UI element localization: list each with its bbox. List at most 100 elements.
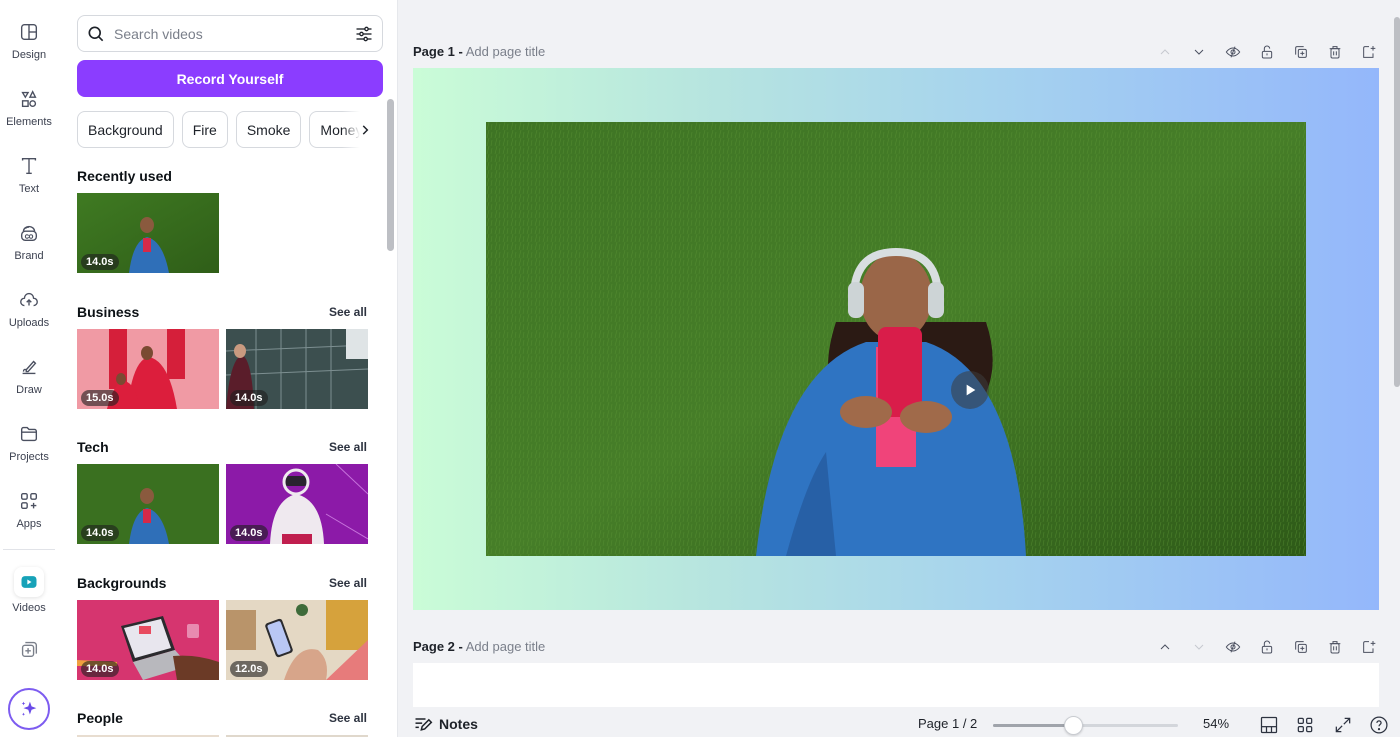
search-input[interactable] (114, 25, 354, 42)
rail-label: Design (11, 49, 47, 61)
page-indicator[interactable]: Page 1 / 2 (918, 716, 977, 731)
chevron-down-icon (1194, 49, 1204, 55)
rail-item-videos[interactable]: Videos (0, 567, 58, 614)
video-thumbnail[interactable]: 14.0s (77, 464, 219, 544)
sparkle-icon (21, 701, 37, 716)
section-title-business: Business (77, 304, 140, 320)
duration-badge: 14.0s (81, 661, 119, 677)
duplicate-page-button[interactable] (1284, 635, 1318, 659)
videos-panel: Record Yourself Background Fire Smoke Mo… (58, 0, 398, 737)
add-page-button[interactable] (1352, 40, 1386, 64)
see-all-people[interactable]: See all (329, 711, 367, 725)
side-rail: Design Elements Text CO Brand Uploads Dr… (0, 0, 58, 737)
page-2-header: Page 2 - Add page title (413, 639, 545, 654)
rail-item-more[interactable] (0, 638, 58, 660)
move-page-up-button[interactable] (1148, 40, 1182, 64)
workspace-scrollbar[interactable] (1394, 17, 1400, 387)
video-thumbnail[interactable]: 14.0s (226, 329, 368, 409)
lock-page-button[interactable] (1250, 40, 1284, 64)
hide-page-button[interactable] (1216, 40, 1250, 64)
shapes-icon (21, 90, 37, 108)
zoom-slider-handle[interactable] (1063, 716, 1083, 735)
page-1-title-input[interactable]: Add page title (466, 44, 546, 59)
move-page-down-button[interactable] (1182, 40, 1216, 64)
delete-page-button[interactable] (1318, 40, 1352, 64)
text-icon (21, 157, 37, 175)
add-layers-icon (21, 641, 38, 658)
page-2-title-input[interactable]: Add page title (466, 639, 546, 654)
chevron-right-icon (362, 124, 369, 135)
trash-icon (1329, 46, 1341, 59)
duplicate-page-button[interactable] (1284, 40, 1318, 64)
rail-item-uploads[interactable]: Uploads (0, 289, 58, 329)
see-all-backgrounds[interactable]: See all (329, 576, 367, 590)
chip-fire[interactable]: Fire (181, 111, 228, 148)
rail-item-design[interactable]: Design (0, 21, 58, 61)
record-yourself-button[interactable]: Record Yourself (77, 60, 383, 97)
rail-item-text[interactable]: Text (0, 155, 58, 195)
folder-icon (20, 426, 38, 442)
trash-icon (1329, 641, 1341, 654)
move-page-up-button[interactable] (1148, 635, 1182, 659)
lock-page-button[interactable] (1250, 635, 1284, 659)
zoom-percentage[interactable]: 54% (1203, 716, 1229, 731)
eye-off-icon (1225, 641, 1241, 653)
video-thumbnail[interactable]: 14.0s (77, 600, 219, 680)
play-button[interactable] (951, 371, 989, 409)
panel-scrollbar[interactable] (387, 99, 394, 251)
rail-label: Elements (6, 116, 52, 128)
rail-item-brand[interactable]: CO Brand (0, 222, 58, 262)
see-all-business[interactable]: See all (329, 305, 367, 319)
magic-assistant-button[interactable] (8, 688, 50, 730)
help-button[interactable] (1368, 714, 1390, 736)
chip-background[interactable]: Background (77, 111, 174, 148)
cloud-upload-icon (20, 292, 38, 307)
rail-item-projects[interactable]: Projects (0, 423, 58, 463)
layout-icon (20, 23, 38, 41)
unlock-icon (1261, 640, 1273, 654)
fullscreen-button[interactable] (1332, 714, 1354, 736)
zoom-slider[interactable] (993, 716, 1178, 735)
notes-button[interactable]: Notes (413, 714, 478, 734)
rail-label: Videos (12, 602, 46, 614)
notes-label: Notes (439, 716, 478, 732)
rail-label: Projects (9, 451, 49, 463)
grid-view-button[interactable] (1294, 714, 1316, 736)
add-page-button[interactable] (1352, 635, 1386, 659)
see-all-tech[interactable]: See all (329, 440, 367, 454)
video-thumbnail[interactable]: 12.0s (226, 600, 368, 680)
rail-item-elements[interactable]: Elements (0, 88, 58, 128)
page-1-header: Page 1 - Add page title (413, 44, 545, 59)
video-thumbnail[interactable]: 15.0s (77, 329, 219, 409)
page-2-canvas[interactable] (413, 663, 1379, 707)
section-title-recently-used: Recently used (77, 168, 172, 184)
video-thumbnail[interactable]: 14.0s (77, 193, 219, 273)
page-1-canvas[interactable] (413, 68, 1379, 610)
filter-icon[interactable] (354, 24, 374, 44)
chevron-up-icon (1160, 644, 1170, 650)
thumbnail-view-button[interactable] (1258, 714, 1280, 736)
video-element[interactable] (486, 122, 1306, 556)
rail-label: Apps (16, 518, 42, 530)
duplicate-icon (1295, 46, 1307, 58)
rail-item-apps[interactable]: Apps (0, 490, 58, 530)
rail-item-draw[interactable]: Draw (0, 356, 58, 396)
delete-page-button[interactable] (1318, 635, 1352, 659)
help-icon (1370, 716, 1388, 734)
hide-page-button[interactable] (1216, 635, 1250, 659)
expand-icon (1335, 717, 1351, 733)
page-2-label: Page 2 - (413, 639, 463, 654)
pen-icon (22, 360, 37, 375)
move-page-down-button[interactable] (1182, 635, 1216, 659)
search-box[interactable] (77, 15, 383, 52)
section-title-tech: Tech (77, 439, 109, 455)
page-1-label: Page 1 - (413, 44, 463, 59)
rail-label: Uploads (8, 317, 50, 329)
add-page-icon (1363, 641, 1376, 653)
chevron-down-icon (1194, 644, 1204, 650)
chip-smoke[interactable]: Smoke (235, 111, 302, 148)
duration-badge: 14.0s (230, 525, 268, 541)
video-thumbnail[interactable]: 14.0s (226, 464, 368, 544)
editor-footer: Notes Page 1 / 2 54% (398, 707, 1400, 737)
chips-scroll-right[interactable] (342, 111, 372, 148)
